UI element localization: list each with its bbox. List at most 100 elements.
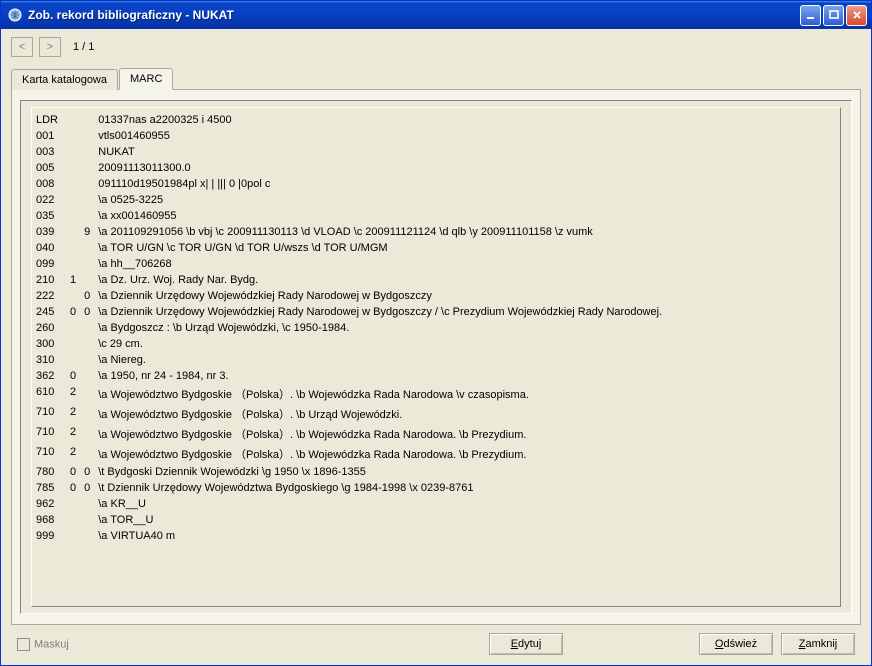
marc-ind2 [80, 320, 94, 336]
marc-value: \a Województwo Bydgoskie （Polska）. \b Wo… [94, 444, 840, 464]
marc-ind1 [66, 176, 80, 192]
marc-tag: 210 [32, 272, 66, 288]
tab-panel: LDR01337nas a2200325 i 4500001vtls001460… [11, 89, 861, 625]
marc-value: \a TOR U/GN \c TOR U/GN \d TOR U/wszs \d… [94, 240, 840, 256]
maximize-button[interactable] [823, 5, 844, 26]
prev-record-button[interactable]: < [11, 37, 33, 57]
close-button[interactable] [846, 5, 867, 26]
marc-tag: 968 [32, 512, 66, 528]
marc-ind1 [66, 496, 80, 512]
marc-row: 78500\t Dziennik Urzędowy Województwa By… [32, 480, 840, 496]
marc-ind2 [80, 256, 94, 272]
marc-row: 3620\a 1950, nr 24 - 1984, nr 3. [32, 368, 840, 384]
marc-ind2 [80, 384, 94, 404]
marc-record-box: LDR01337nas a2200325 i 4500001vtls001460… [20, 100, 852, 614]
marc-ind2 [80, 424, 94, 444]
marc-row: 7102 \a Województwo Bydgoskie （Polska）. \… [32, 404, 840, 424]
marc-table: LDR01337nas a2200325 i 4500001vtls001460… [32, 112, 840, 544]
marc-ind2: 0 [80, 480, 94, 496]
marc-ind2 [80, 352, 94, 368]
edit-button-rest: dytuj [518, 638, 541, 650]
marc-row: 099\a hh__706268 [32, 256, 840, 272]
marc-tag: 710 [32, 404, 66, 424]
marc-tag: 008 [32, 176, 66, 192]
marc-ind1 [66, 128, 80, 144]
mask-label: Maskuj [34, 638, 69, 650]
tab-catalog-card[interactable]: Karta katalogowa [11, 69, 118, 90]
marc-tag: 710 [32, 424, 66, 444]
marc-row: 2220\a Dziennik Urzędowy Wojewódzkiej Ra… [32, 288, 840, 304]
marc-ind1 [66, 160, 80, 176]
marc-ind1 [66, 208, 80, 224]
minimize-button[interactable] [800, 5, 821, 26]
tab-marc[interactable]: MARC [119, 68, 173, 90]
marc-value: \a Dz. Urz. Woj. Rady Nar. Bydg. [94, 272, 840, 288]
marc-ind1 [66, 288, 80, 304]
marc-value: \a 0525-3225 [94, 192, 840, 208]
marc-value: \a 1950, nr 24 - 1984, nr 3. [94, 368, 840, 384]
next-record-button[interactable]: > [39, 37, 61, 57]
marc-value: \a Województwo Bydgoskie （Polska）. \b Ur… [94, 404, 840, 424]
marc-tag: 710 [32, 444, 66, 464]
marc-ind2: 0 [80, 464, 94, 480]
marc-value: 01337nas a2200325 i 4500 [94, 112, 840, 128]
edit-button[interactable]: Edytuj [489, 633, 563, 655]
marc-tag: 040 [32, 240, 66, 256]
marc-value: vtls001460955 [94, 128, 840, 144]
bottom-bar: Maskuj Edytuj Odśwież Zamknij [11, 625, 861, 659]
marc-ind2 [80, 192, 94, 208]
marc-value: \c 29 cm. [94, 336, 840, 352]
marc-row: 005 20091113011300.0 [32, 160, 840, 176]
window-controls [800, 5, 867, 26]
marc-ind2 [80, 444, 94, 464]
marc-value: \a KR__U [94, 496, 840, 512]
marc-row: 035\a xx001460955 [32, 208, 840, 224]
marc-ind1 [66, 144, 80, 160]
close-window-button[interactable]: Zamknij [781, 633, 855, 655]
marc-row: 260 \a Bydgoszcz : \b Urząd Wojewódzki, \… [32, 320, 840, 336]
marc-row: 2101\a Dz. Urz. Woj. Rady Nar. Bydg. [32, 272, 840, 288]
marc-ind1 [66, 192, 80, 208]
marc-ind2 [80, 160, 94, 176]
marc-ind1 [66, 512, 80, 528]
marc-tag: 001 [32, 128, 66, 144]
marc-row: 008091110d19501984pl x| | ||| 0 |0pol c [32, 176, 840, 192]
app-window: Zob. rekord bibliograficzny - NUKAT < > … [0, 0, 872, 666]
app-icon [7, 7, 23, 23]
marc-row: 7102\a Województwo Bydgoskie （Polska）. \… [32, 444, 840, 464]
marc-ind1 [66, 256, 80, 272]
marc-tag: 310 [32, 352, 66, 368]
refresh-button-rest: dśwież [723, 638, 757, 650]
marc-tag: 022 [32, 192, 66, 208]
marc-ind1: 2 [66, 424, 80, 444]
marc-row: 310 \a Niereg. [32, 352, 840, 368]
marc-ind2 [80, 112, 94, 128]
marc-value: NUKAT [94, 144, 840, 160]
marc-value: \a Niereg. [94, 352, 840, 368]
marc-value: \a Województwo Bydgoskie （Polska）. \b Wo… [94, 384, 840, 404]
marc-ind2: 9 [80, 224, 94, 240]
marc-ind2: 0 [80, 304, 94, 320]
marc-tag: 260 [32, 320, 66, 336]
marc-value: 20091113011300.0 [94, 160, 840, 176]
marc-ind1 [66, 224, 80, 240]
tab-strip: Karta katalogowa MARC [11, 67, 861, 89]
marc-ind2 [80, 272, 94, 288]
marc-value: \t Dziennik Urzędowy Województwa Bydgosk… [94, 480, 840, 496]
marc-tag: 999 [32, 528, 66, 544]
mask-checkbox[interactable]: Maskuj [17, 638, 69, 651]
marc-value: \a Dziennik Urzędowy Wojewódzkiej Rady N… [94, 288, 840, 304]
marc-value: \a Bydgoszcz : \b Urząd Wojewódzki, \c 1… [94, 320, 840, 336]
refresh-button[interactable]: Odśwież [699, 633, 773, 655]
marc-tag: 785 [32, 480, 66, 496]
window-title: Zob. rekord bibliograficzny - NUKAT [28, 8, 800, 22]
client-area: < > 1 / 1 Karta katalogowa MARC LDR01337… [1, 29, 871, 665]
marc-value: \a Województwo Bydgoskie （Polska）. \b Wo… [94, 424, 840, 444]
marc-tag: 039 [32, 224, 66, 240]
marc-tag: 005 [32, 160, 66, 176]
marc-tag: 245 [32, 304, 66, 320]
marc-ind1: 2 [66, 384, 80, 404]
marc-ind1: 2 [66, 404, 80, 424]
marc-value: \a xx001460955 [94, 208, 840, 224]
marc-ind1 [66, 112, 80, 128]
